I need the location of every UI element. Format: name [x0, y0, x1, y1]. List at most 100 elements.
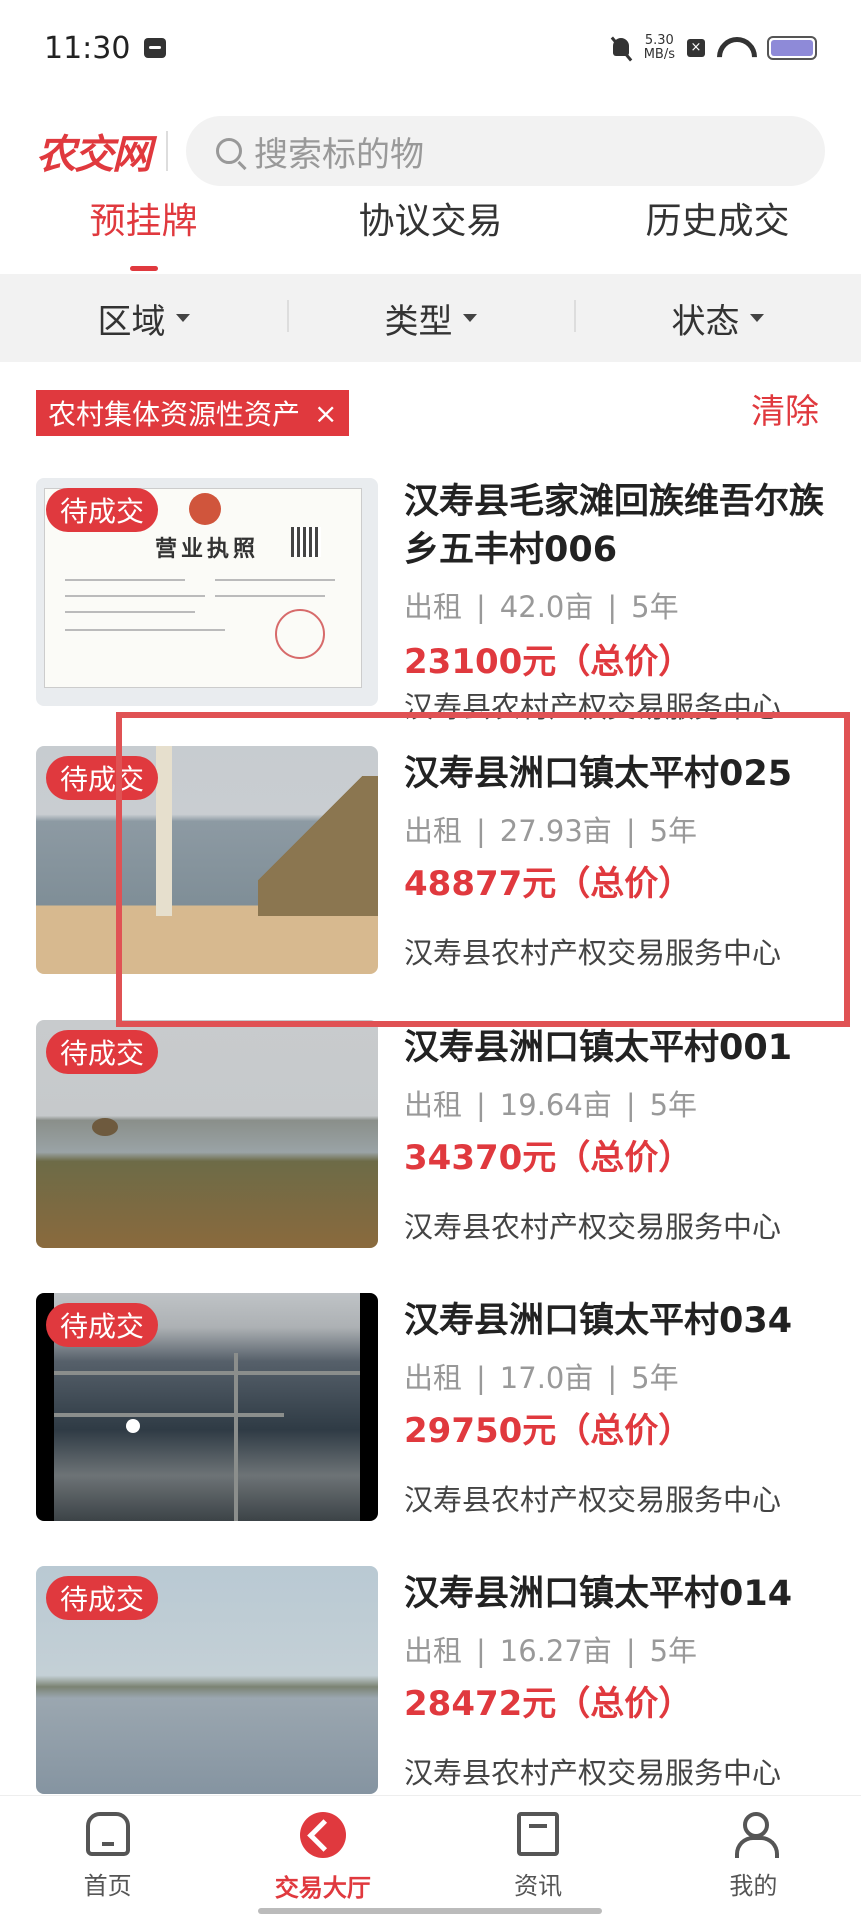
filter-region[interactable]: 区域 — [0, 294, 287, 343]
tab-active-indicator — [129, 266, 158, 271]
filter-label: 状态 — [671, 301, 740, 342]
listing-card[interactable]: 待成交 汉寿县洲口镇太平村025 出租 | 27.93亩 | 5年 48877元（总价）… — [36, 746, 825, 986]
qr-code-icon — [291, 527, 321, 557]
listing-meta: 出租 | 19.64亩 | 5年 — [404, 1088, 698, 1122]
dike-shape — [234, 1353, 238, 1521]
tab-history-deals[interactable]: 历史成交 — [574, 200, 861, 274]
listing-area: 27.93亩 — [499, 814, 612, 848]
tab-label: 协议交易 — [358, 201, 503, 242]
bell-off-icon — [610, 36, 632, 60]
status-icons: 5.30 MB/s × — [610, 34, 817, 62]
dike-shape — [54, 1413, 284, 1417]
status-badge: 待成交 — [46, 1030, 159, 1074]
listing-area: 42.0亩 — [499, 590, 594, 624]
listing-card[interactable]: 待成交 汉寿县洲口镇太平村014 出租 | 16.27亩 | 5年 28472元（总价）… — [36, 1566, 825, 1806]
listing-meta: 出租 | 27.93亩 | 5年 — [404, 814, 698, 848]
search-placeholder[interactable]: 搜索标的物 — [254, 127, 424, 176]
listing-card[interactable]: 待成交 汉寿县洲口镇太平村034 出租 | 17.0亩 | 5年 29750元（总价） … — [36, 1293, 825, 1533]
listing-type: 出租 — [404, 1361, 463, 1395]
listing-meta: 出租 | 42.0亩 | 5年 — [404, 590, 679, 624]
net-speed-value: 5.30 — [644, 33, 674, 48]
nav-news[interactable]: 资讯 — [431, 1796, 646, 1920]
listing-meta: 出租 | 16.27亩 | 5年 — [404, 1634, 698, 1668]
doc-line — [65, 611, 195, 613]
tab-label: 预挂牌 — [89, 201, 198, 242]
listing-card[interactable]: 待成交 汉寿县洲口镇太平村001 出租 | 19.64亩 | 5年 34370元（总价）… — [36, 1020, 825, 1260]
filter-chip-label: 农村集体资源性资产 — [48, 398, 301, 431]
tab-pre-listing[interactable]: 预挂牌 — [0, 200, 287, 274]
filter-chip[interactable]: 农村集体资源性资产 × — [36, 390, 350, 436]
wifi-icon — [717, 37, 747, 59]
caret-down-icon — [462, 314, 477, 322]
profile-icon — [731, 1812, 780, 1858]
listing-price: 29750元（总价） — [404, 1411, 693, 1451]
doc-line — [65, 629, 225, 631]
tree-shape — [92, 1118, 118, 1136]
listing-title: 汉寿县洲口镇太平村001 — [404, 1028, 793, 1068]
status-time: 11:30 — [44, 30, 131, 66]
message-icon — [144, 38, 167, 58]
nav-label: 我的 — [729, 1872, 778, 1900]
close-icon[interactable]: × — [314, 397, 337, 430]
doc-line — [215, 579, 335, 581]
app-logo[interactable]: 农交网 — [36, 122, 156, 180]
trade-hall-icon — [299, 1812, 346, 1858]
listing-area: 19.64亩 — [499, 1088, 612, 1122]
clear-button[interactable]: 清除 — [751, 384, 819, 433]
header: 农交网 搜索标的物 — [0, 96, 861, 206]
stamp-icon — [275, 609, 325, 659]
nav-trade-hall[interactable]: 交易大厅 — [215, 1796, 430, 1920]
listing-price: 48877元（总价） — [404, 864, 693, 904]
nav-label: 交易大厅 — [274, 1874, 371, 1902]
listing-area: 17.0亩 — [499, 1361, 594, 1395]
emblem-icon — [189, 493, 221, 525]
license-title: 营业执照 — [155, 537, 260, 562]
bank-shape — [258, 776, 378, 916]
pole-shape — [156, 746, 172, 916]
dike-shape — [54, 1371, 360, 1375]
nav-label: 首页 — [83, 1872, 132, 1900]
tab-agreement-trade[interactable]: 协议交易 — [287, 200, 574, 274]
tab-label: 历史成交 — [645, 201, 790, 242]
listing-term: 5年 — [649, 1088, 698, 1122]
logo-divider — [166, 131, 168, 171]
listing-term: 5年 — [649, 814, 698, 848]
status-badge: 待成交 — [46, 1576, 159, 1620]
caret-down-icon — [749, 314, 764, 322]
filter-bar: 区域 类型 状态 — [0, 274, 861, 362]
filter-label: 类型 — [384, 301, 453, 342]
status-badge: 待成交 — [46, 756, 159, 800]
nav-profile[interactable]: 我的 — [646, 1796, 861, 1920]
listing-price: 23100元（总价） — [404, 642, 693, 682]
listing-price: 34370元（总价） — [404, 1138, 693, 1178]
listing-org: 汉寿县农村产权交易服务中心 — [404, 1756, 782, 1790]
listing-term: 5年 — [649, 1634, 698, 1668]
nav-label: 资讯 — [514, 1872, 563, 1900]
listing-thumbnail: 待成交 — [36, 1293, 378, 1521]
listing-card[interactable]: 营业执照 待成交 汉寿县毛家滩回族维吾尔族乡五丰村006 出租 | 42.0亩 | 5年… — [36, 478, 825, 724]
nav-home[interactable]: 首页 — [0, 1796, 215, 1920]
home-indicator — [258, 1908, 602, 1914]
filter-label: 区域 — [97, 301, 166, 342]
listing-price: 28472元（总价） — [404, 1684, 693, 1724]
search-icon — [216, 138, 242, 164]
doc-line — [215, 595, 325, 597]
listing-org: 汉寿县农村产权交易服务中心 — [404, 1483, 782, 1517]
listing-title: 汉寿县毛家滩回族维吾尔族乡五丰村006 — [404, 482, 825, 570]
listing-type: 出租 — [404, 590, 463, 624]
listing-area: 16.27亩 — [499, 1634, 612, 1668]
sun-reflection-shape — [126, 1419, 140, 1433]
status-badge: 待成交 — [46, 1303, 159, 1347]
listing-title: 汉寿县洲口镇太平村034 — [404, 1301, 793, 1341]
listing-org: 汉寿县农村产权交易服务中心 — [404, 1210, 782, 1244]
filter-type[interactable]: 类型 — [287, 294, 574, 343]
listing-term: 5年 — [631, 1361, 679, 1395]
search-bar[interactable]: 搜索标的物 — [186, 116, 825, 186]
filter-status[interactable]: 状态 — [574, 294, 861, 343]
battery-icon — [767, 36, 817, 60]
status-badge: 待成交 — [46, 488, 159, 532]
net-speed: 5.30 MB/s — [644, 34, 675, 62]
selected-filters-row: 农村集体资源性资产 × 清除 — [36, 390, 825, 440]
listing-type: 出租 — [404, 814, 463, 848]
bottom-nav: 首页 交易大厅 资讯 我的 — [0, 1795, 861, 1920]
